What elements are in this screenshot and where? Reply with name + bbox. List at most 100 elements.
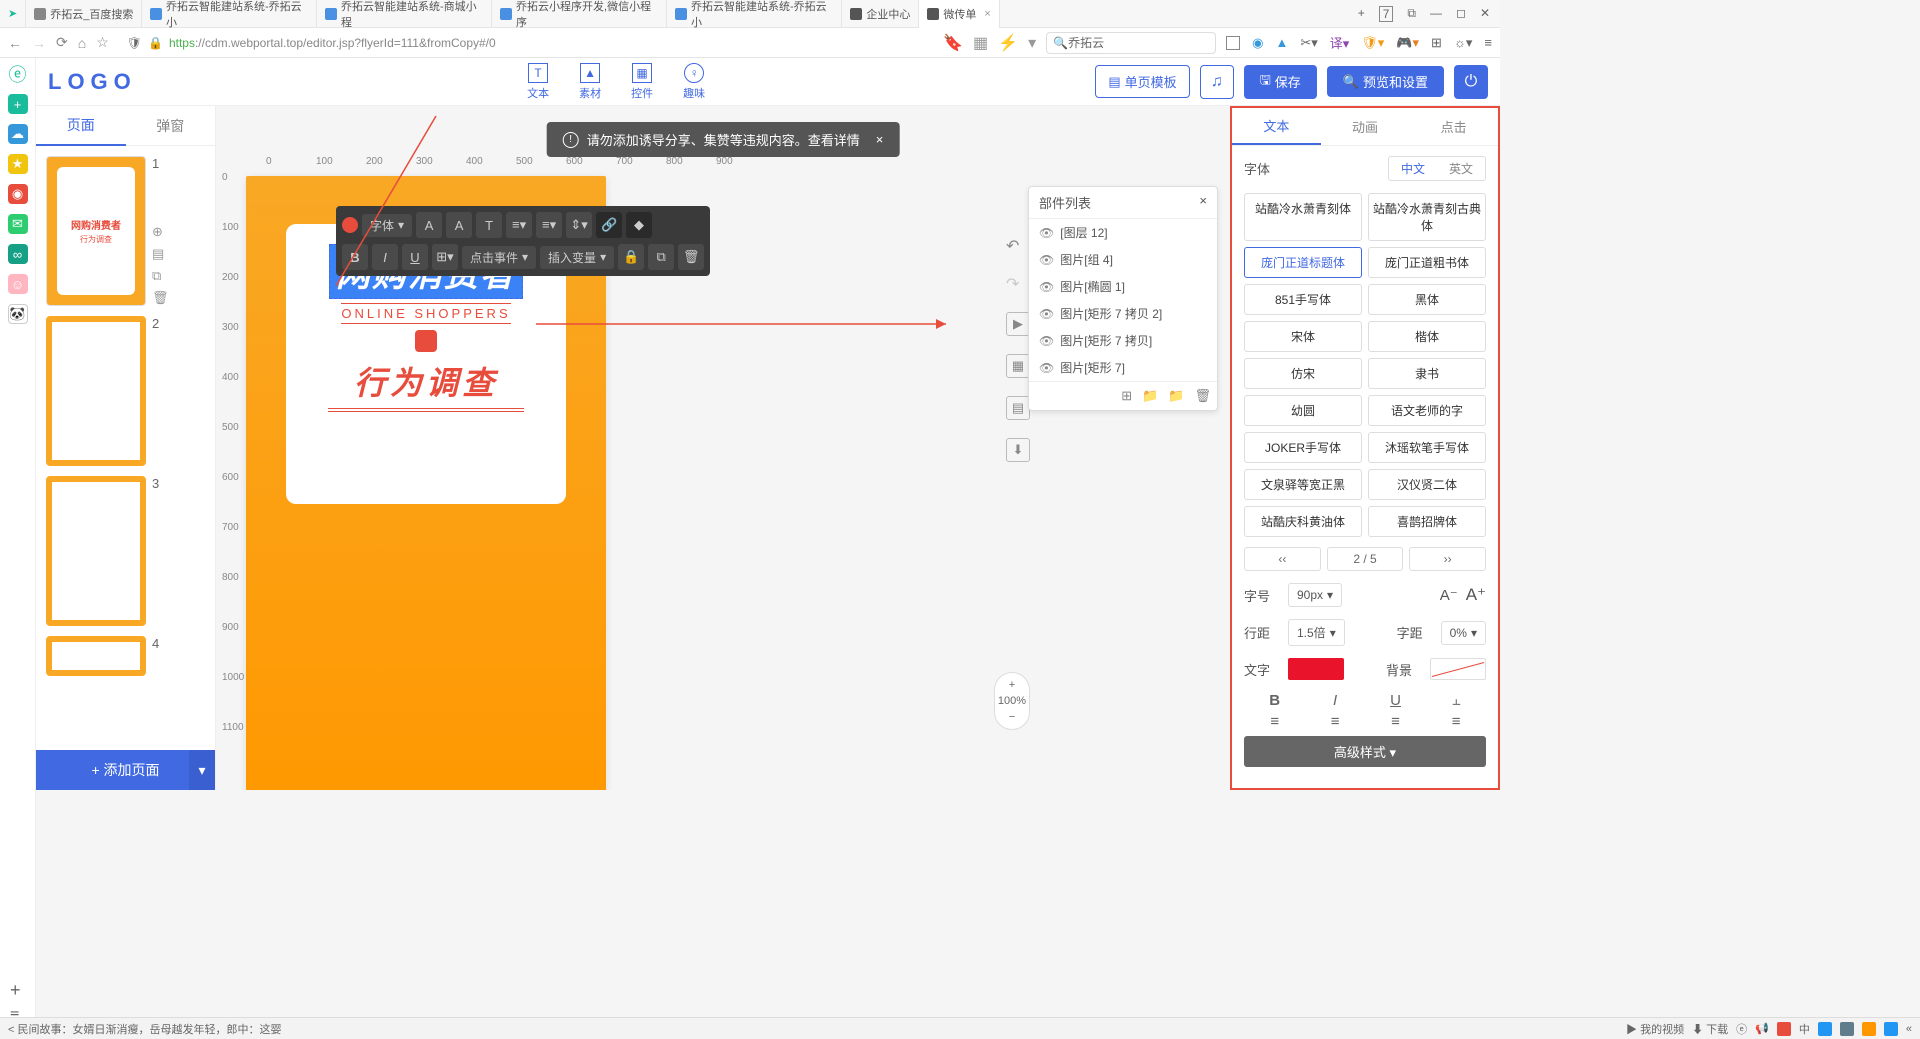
back-button[interactable]: ← [8,35,22,51]
triangle-icon[interactable]: ▲ [1275,35,1288,50]
pager-next[interactable]: ›› [1409,547,1486,571]
add-page-button[interactable]: + 添加页面▾ [36,750,215,790]
align-center-button[interactable]: ≡ [1331,713,1340,730]
eye-icon[interactable]: 👁 [1039,280,1054,294]
warning-banner[interactable]: !请勿添加诱导分享、集赞等违规内容。查看详情× [547,122,900,157]
tab-pages[interactable]: 页面 [36,106,126,146]
ime-icon[interactable] [1777,1022,1791,1036]
tool-text[interactable]: T文本 [527,63,549,101]
bold-button[interactable]: B [342,244,368,270]
font-option-selected[interactable]: 庞门正道标题体 [1244,247,1362,278]
menu-icon[interactable]: ≡ [1484,35,1492,50]
translate-icon[interactable]: 译▾ [1330,33,1350,52]
maximize-button[interactable]: ◻ [1456,6,1466,22]
ext-icon[interactable] [1226,36,1240,50]
italic-button[interactable]: I [1333,692,1337,709]
pager-prev[interactable]: ‹‹ [1244,547,1321,571]
fontsize-down-icon[interactable]: A [446,212,472,238]
font-option[interactable]: 站酷冷水萧青刻体 [1244,193,1362,241]
tab-animation[interactable]: 动画 [1321,108,1410,145]
trash-icon[interactable]: 🗑 [1194,388,1211,404]
url-input[interactable]: 🛡 🔒 https://cdm.webportal.top/editor.jsp… [119,36,933,50]
badge-icon[interactable]: 🔖 [943,33,963,53]
scissors-icon[interactable]: ✂▾ [1300,35,1317,51]
zoom-out-button[interactable]: − [1009,711,1015,723]
link-icon[interactable]: 🔗 [596,212,622,238]
tool-widget[interactable]: ▦控件 [631,63,653,101]
font-option[interactable]: 站酷冷水萧青刻古典体 [1368,193,1486,241]
tab-click[interactable]: 点击 [1409,108,1498,145]
shield2-icon[interactable]: 🛡▾ [1361,35,1384,51]
undo-button[interactable]: ↶ [1006,236,1030,256]
line-select[interactable]: 1.5倍 ▾ [1288,619,1345,646]
app-icon[interactable]: ★ [8,154,28,174]
font-option[interactable]: 语文老师的字 [1368,395,1486,426]
advanced-style-button[interactable]: 高级样式 ▾ [1244,736,1486,767]
font-option[interactable]: 楷体 [1368,321,1486,352]
page-thumb[interactable] [46,636,146,676]
music-button[interactable]: ♫ [1200,65,1234,99]
font-option[interactable]: 喜鹊招牌体 [1368,506,1486,537]
font-option[interactable]: 汉仪贤二体 [1368,469,1486,500]
play-button[interactable]: ▶ [1006,312,1030,336]
fontsize-inc-button[interactable]: A⁺ [1466,585,1486,605]
browser-tab-active[interactable]: 微传单× [919,0,999,28]
font-option[interactable]: 沐瑶软笔手写体 [1368,432,1486,463]
layers-button[interactable]: ▤ [1006,396,1030,420]
layer-item[interactable]: 👁图片[矩形 7] [1029,354,1217,381]
star-button[interactable]: ☆ [96,34,109,51]
grid-button[interactable]: ▦ [1006,354,1030,378]
font-option[interactable]: 庞门正道粗书体 [1368,247,1486,278]
apps-icon[interactable]: ⊞ [1431,35,1442,51]
tray-icon[interactable] [1818,1022,1832,1036]
font-option[interactable]: 仿宋 [1244,358,1362,389]
align-icon[interactable]: ≡▾ [506,212,532,238]
browser-tab[interactable]: 企业中心 [842,0,919,28]
copy-icon[interactable]: ⧉ [648,244,674,270]
app-icon[interactable]: ✉ [8,214,28,234]
browser-tab[interactable]: 乔拓云智能建站系统-乔拓云小 [142,0,317,28]
browser-icon[interactable]: ⓔ [8,64,28,84]
font-option[interactable]: 幼圆 [1244,395,1362,426]
tool-material[interactable]: ▲素材 [579,63,601,101]
eye-icon[interactable]: 👁 [1039,361,1054,375]
bolt-icon[interactable]: ⚡ [998,33,1018,53]
zoom-control[interactable]: + 100% − [994,672,1030,730]
close-icon[interactable]: × [1199,193,1207,212]
folder2-icon[interactable]: 📁 [1168,388,1184,404]
app-icon[interactable]: 🐼 [8,304,28,324]
ime-lang[interactable]: 中 [1799,1021,1810,1037]
download-button[interactable]: ⬇ [1006,438,1030,462]
power-button[interactable]: ⏻ [1454,65,1488,99]
bg-color-picker[interactable] [1430,658,1486,680]
page-thumb[interactable]: 网购消费者行为调查 [46,156,146,306]
letter-select[interactable]: 0% ▾ [1441,621,1486,645]
click-event-select[interactable]: 点击事件 ▾ [462,246,536,269]
italic-button[interactable]: I [372,244,398,270]
underline-button[interactable]: U [402,244,428,270]
save-button[interactable]: 🖫 保存 [1244,65,1317,99]
browser-tab[interactable]: 乔拓云智能建站系统-商城小程 [317,0,492,28]
news-ticker[interactable]: < 民间故事：女婿日渐消瘦，岳母越发年轻，郎中：这婴 [8,1021,281,1037]
add-icon[interactable]: ⊕ [152,224,169,240]
delete-icon[interactable]: 🗑 [152,290,169,306]
folder-icon[interactable]: 📁 [1142,388,1158,404]
app-icon[interactable]: ☺ [8,274,28,294]
underline-button[interactable]: U [1390,692,1401,709]
app-icon[interactable]: ☁ [8,124,28,144]
fontsize-up-icon[interactable]: A [416,212,442,238]
game-icon[interactable]: 🎮▾ [1396,35,1419,51]
font-option[interactable]: JOKER手写体 [1244,432,1362,463]
minimize-button[interactable]: — [1430,6,1442,22]
valign-icon[interactable]: ≡▾ [536,212,562,238]
insert-var-select[interactable]: 插入变量 ▾ [540,246,614,269]
home-button[interactable]: ⌂ [78,35,86,51]
circle-icon[interactable]: ◉ [1252,35,1263,51]
lang-en[interactable]: 英文 [1437,157,1485,180]
layout-icon[interactable]: ▤ [152,246,169,262]
lock-icon[interactable]: 🔒 [618,244,644,270]
page-thumb[interactable] [46,316,146,466]
nav-tab[interactable]: ➤ [0,0,26,28]
fontsize-dec-button[interactable]: A⁻ [1440,586,1458,604]
grid-icon[interactable]: ▦ [973,33,988,53]
